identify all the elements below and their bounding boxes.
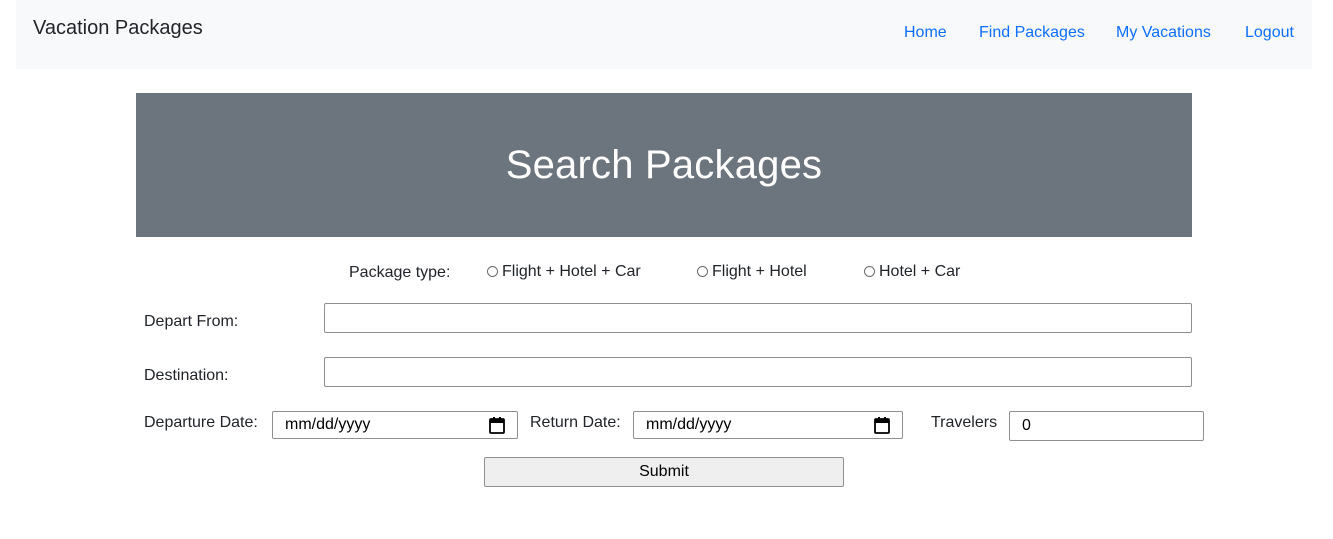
depart-from-label: Depart From: (144, 313, 239, 330)
radio-label: Hotel + Car (879, 263, 961, 280)
depart-from-input[interactable] (324, 303, 1192, 333)
package-type-label: Package type: (349, 264, 451, 281)
departure-date-input[interactable]: mm/dd/yyyy (272, 411, 518, 439)
radio-hotel-car[interactable]: Hotel + Car (864, 263, 960, 281)
radio-unchecked-icon[interactable] (487, 265, 498, 277)
nav-link-my-vacations[interactable]: My Vacations (1116, 24, 1211, 42)
departure-date-label: Departure Date: (144, 414, 258, 431)
hero-banner: Search Packages (136, 93, 1192, 237)
radio-label: Flight + Hotel + Car (502, 263, 641, 280)
nav-link-logout[interactable]: Logout (1245, 24, 1294, 42)
radio-unchecked-icon[interactable] (697, 265, 708, 277)
destination-input[interactable] (324, 357, 1192, 387)
navbar: Vacation Packages Home Find Packages My … (16, 0, 1312, 69)
travelers-input[interactable] (1009, 411, 1204, 441)
radio-label: Flight + Hotel (712, 263, 807, 280)
radio-flight-hotel-car[interactable]: Flight + Hotel + Car (487, 263, 641, 281)
calendar-icon[interactable] (489, 416, 505, 434)
submit-button[interactable]: Submit (484, 457, 844, 487)
return-date-input[interactable]: mm/dd/yyyy (633, 411, 903, 439)
travelers-label: Travelers (931, 414, 998, 431)
nav-link-find-packages[interactable]: Find Packages (979, 24, 1085, 42)
radio-flight-hotel[interactable]: Flight + Hotel (697, 263, 807, 281)
return-date-placeholder: mm/dd/yyyy (646, 416, 732, 433)
navbar-brand[interactable]: Vacation Packages (33, 17, 203, 40)
return-date-label: Return Date: (530, 414, 621, 431)
calendar-icon[interactable] (874, 416, 890, 434)
nav-link-home[interactable]: Home (904, 24, 947, 42)
destination-label: Destination: (144, 367, 229, 384)
radio-unchecked-icon[interactable] (864, 265, 875, 277)
page-title: Search Packages (505, 142, 823, 187)
departure-date-placeholder: mm/dd/yyyy (285, 416, 371, 433)
